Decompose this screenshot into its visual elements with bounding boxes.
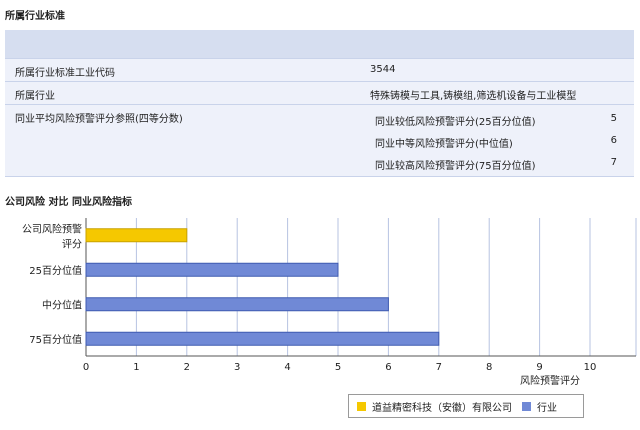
legend-swatch-industry [522, 401, 531, 411]
comparison-title: 公司风险 对比 同业风险指标 [5, 197, 132, 208]
bar-company [85, 228, 188, 243]
bar-industry [85, 262, 339, 277]
x-tick-label: 8 [486, 362, 492, 373]
ref-item: 同业较高风险预警评分(75百分位值) 7 [375, 157, 625, 172]
row-value: 3544 [370, 64, 396, 75]
risk-comparison-chart: 公司风险预警评分 25百分位值中分位值 75百分位值 0 1 2 3 4 5 6 7 8 9 10 风险预警… [22, 218, 637, 387]
x-tick-label: 6 [385, 362, 391, 373]
bar-industry [85, 331, 440, 346]
ref-item-label: 同业较高风险预警评分(75百分位值) [375, 161, 536, 172]
x-tick-label: 0 [83, 362, 89, 373]
ref-item-label: 同业中等风险预警评分(中位值) [375, 139, 513, 150]
x-tick-label: 9 [536, 362, 542, 373]
bar-industry [85, 297, 389, 312]
category-label: 25百分位值 [29, 264, 82, 277]
row-label: 所属行业标准工业代码 [15, 68, 115, 79]
x-axis-label: 风险预警评分 [520, 374, 580, 387]
category-label: 中分位值 [42, 298, 82, 311]
x-tick-label: 2 [184, 362, 190, 373]
x-tick-label: 7 [436, 362, 442, 373]
table-row: 所属行业 特殊铸模与工具,铸模组,筛选机设备与工业模型 [5, 81, 634, 104]
category-label: 公司风险预警评分 [22, 222, 82, 250]
ref-item-value: 7 [610, 157, 617, 168]
table-row: 同业平均风险预警评分参照(四等分数) 同业较低风险预警评分(25百分位值) 5 … [5, 104, 634, 177]
x-tick-label: 1 [133, 362, 139, 373]
ref-item-label: 同业较低风险预警评分(25百分位值) [375, 117, 536, 128]
table-row: 所属行业标准工业代码 3544 [5, 58, 634, 81]
legend-label-company: 道益精密科技（安徽）有限公司 [372, 402, 512, 414]
row-value: 特殊铸模与工具,铸模组,筛选机设备与工业模型 [370, 91, 577, 102]
x-tick-label: 4 [284, 362, 290, 373]
row-label: 同业平均风险预警评分参照(四等分数) [15, 114, 183, 125]
table-header [5, 30, 634, 58]
ref-item-value: 5 [610, 113, 617, 124]
industry-standard-title: 所属行业标准 [5, 11, 65, 22]
ref-item: 同业中等风险预警评分(中位值) 6 [375, 135, 625, 150]
chart-legend: 道益精密科技（安徽）有限公司 行业 [348, 394, 584, 418]
ref-item: 同业较低风险预警评分(25百分位值) 5 [375, 113, 625, 128]
x-tick-label: 5 [335, 362, 341, 373]
row-label: 所属行业 [15, 91, 55, 102]
ref-item-value: 6 [610, 135, 617, 146]
category-label: 75百分位值 [29, 333, 82, 346]
x-tick-label: 3 [234, 362, 240, 373]
x-tick-label: 10 [584, 362, 597, 373]
legend-label-industry: 行业 [537, 402, 557, 414]
industry-standard-table: 所属行业标准工业代码 3544 所属行业 特殊铸模与工具,铸模组,筛选机设备与工… [5, 30, 634, 177]
legend-swatch-company [357, 401, 366, 411]
